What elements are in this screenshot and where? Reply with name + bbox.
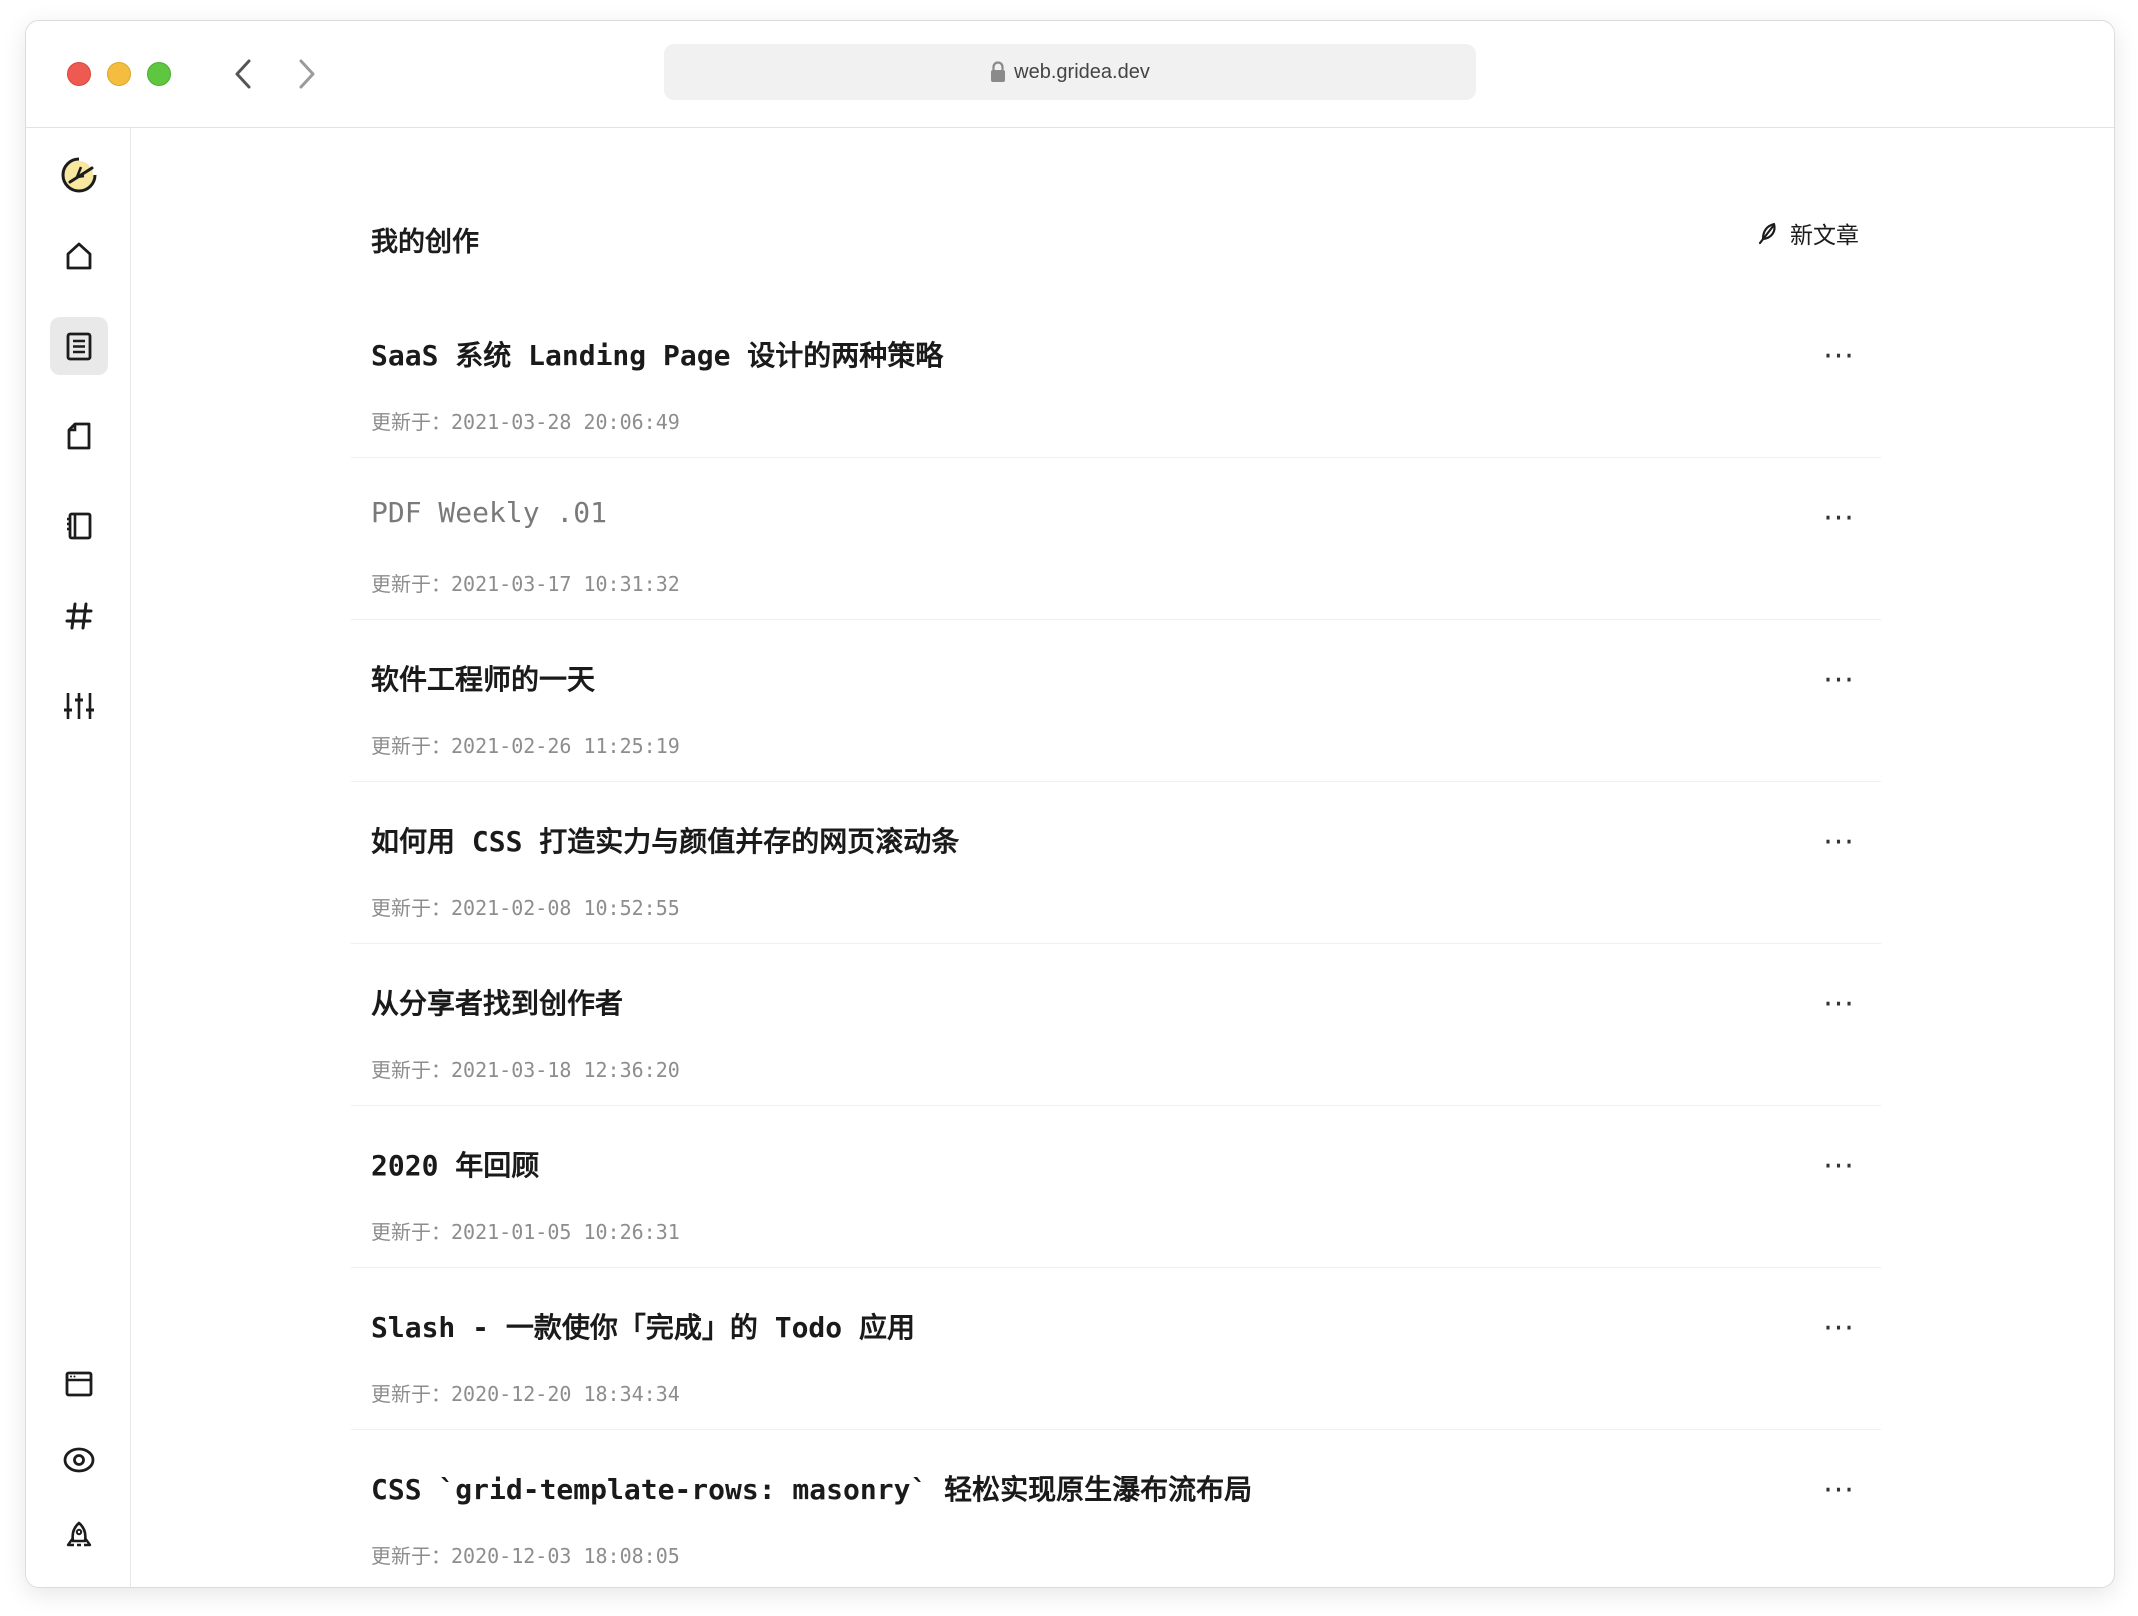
post-list: SaaS 系统 Landing Page 设计的两种策略 更新于：2021-03… xyxy=(351,296,1881,1587)
publish-icon[interactable] xyxy=(50,1507,108,1565)
post-updated-at: 更新于：2020-12-03 18:08:05 xyxy=(371,1544,680,1568)
more-options-button[interactable]: ··· xyxy=(1817,984,1861,1024)
settings-icon[interactable] xyxy=(50,677,108,735)
close-window-button[interactable] xyxy=(67,62,91,86)
more-options-button[interactable]: ··· xyxy=(1817,822,1861,862)
post-title[interactable]: SaaS 系统 Landing Page 设计的两种策略 xyxy=(371,334,943,374)
preview-icon[interactable] xyxy=(50,1431,108,1489)
post-item[interactable]: Slash - 一款使你「完成」的 Todo 应用 更新于：2020-12-20… xyxy=(351,1268,1881,1430)
title-bar: web.gridea.dev xyxy=(26,21,2114,128)
more-options-button[interactable]: ··· xyxy=(1817,1470,1861,1510)
menu-icon[interactable] xyxy=(50,497,108,555)
post-updated-at: 更新于：2021-02-26 11:25:19 xyxy=(371,734,680,758)
tags-icon[interactable] xyxy=(50,587,108,645)
chevron-right-icon xyxy=(299,59,315,89)
minimize-window-button[interactable] xyxy=(107,62,131,86)
more-options-button[interactable]: ··· xyxy=(1817,1146,1861,1186)
post-item[interactable]: CSS `grid-template-rows: masonry` 轻松实现原生… xyxy=(351,1430,1881,1587)
post-title[interactable]: PDF Weekly .01 xyxy=(371,496,607,529)
post-item[interactable]: PDF Weekly .01 更新于：2021-03-17 10:31:32 ·… xyxy=(351,458,1881,620)
back-button[interactable] xyxy=(226,57,260,91)
new-post-button[interactable]: 新文章 xyxy=(1756,216,1859,250)
post-updated-at: 更新于：2021-03-17 10:31:32 xyxy=(371,572,680,596)
more-options-button[interactable]: ··· xyxy=(1817,660,1861,700)
feather-icon xyxy=(1756,221,1778,245)
post-item[interactable]: SaaS 系统 Landing Page 设计的两种策略 更新于：2021-03… xyxy=(351,296,1881,458)
post-item[interactable]: 2020 年回顾 更新于：2021-01-05 10:26:31 ··· xyxy=(351,1106,1881,1268)
post-updated-at: 更新于：2021-03-18 12:36:20 xyxy=(371,1058,680,1082)
post-title[interactable]: 如何用 CSS 打造实力与颜值并存的网页滚动条 xyxy=(371,820,959,860)
post-item[interactable]: 如何用 CSS 打造实力与颜值并存的网页滚动条 更新于：2021-02-08 1… xyxy=(351,782,1881,944)
forward-button[interactable] xyxy=(290,57,324,91)
logo-icon[interactable] xyxy=(50,146,108,204)
more-options-button[interactable]: ··· xyxy=(1817,1308,1861,1348)
new-post-label: 新文章 xyxy=(1790,223,1859,249)
url-text: web.gridea.dev xyxy=(1014,60,1150,83)
chevron-left-icon xyxy=(235,59,251,89)
posts-icon[interactable] xyxy=(50,317,108,375)
post-title[interactable]: 2020 年回顾 xyxy=(371,1144,539,1184)
post-title[interactable]: CSS `grid-template-rows: masonry` 轻松实现原生… xyxy=(371,1468,1252,1508)
post-item[interactable]: 从分享者找到创作者 更新于：2021-03-18 12:36:20 ··· xyxy=(351,944,1881,1106)
post-title[interactable]: Slash - 一款使你「完成」的 Todo 应用 xyxy=(371,1306,915,1346)
sidebar xyxy=(26,128,131,1587)
home-icon[interactable] xyxy=(50,227,108,285)
zoom-window-button[interactable] xyxy=(147,62,171,86)
more-options-button[interactable]: ··· xyxy=(1817,498,1861,538)
post-title[interactable]: 从分享者找到创作者 xyxy=(371,982,623,1022)
post-updated-at: 更新于：2021-03-28 20:06:49 xyxy=(371,410,680,434)
page-title: 我的创作 xyxy=(371,227,479,258)
pages-icon[interactable] xyxy=(50,407,108,465)
post-updated-at: 更新于：2020-12-20 18:34:34 xyxy=(371,1382,680,1406)
post-title[interactable]: 软件工程师的一天 xyxy=(371,658,595,698)
post-item[interactable]: 软件工程师的一天 更新于：2021-02-26 11:25:19 ··· xyxy=(351,620,1881,782)
theme-icon[interactable] xyxy=(50,1355,108,1413)
main-content: 我的创作 新文章 SaaS 系统 Landing Page 设计的两种策略 更新… xyxy=(131,128,2114,1587)
post-updated-at: 更新于：2021-01-05 10:26:31 xyxy=(371,1220,680,1244)
address-bar[interactable]: web.gridea.dev xyxy=(664,44,1476,100)
lock-icon xyxy=(990,61,1006,83)
browser-window: web.gridea.dev 我的创作 新文章 SaaS 系统 Landing … xyxy=(25,20,2115,1588)
post-updated-at: 更新于：2021-02-08 10:52:55 xyxy=(371,896,680,920)
more-options-button[interactable]: ··· xyxy=(1817,336,1861,376)
